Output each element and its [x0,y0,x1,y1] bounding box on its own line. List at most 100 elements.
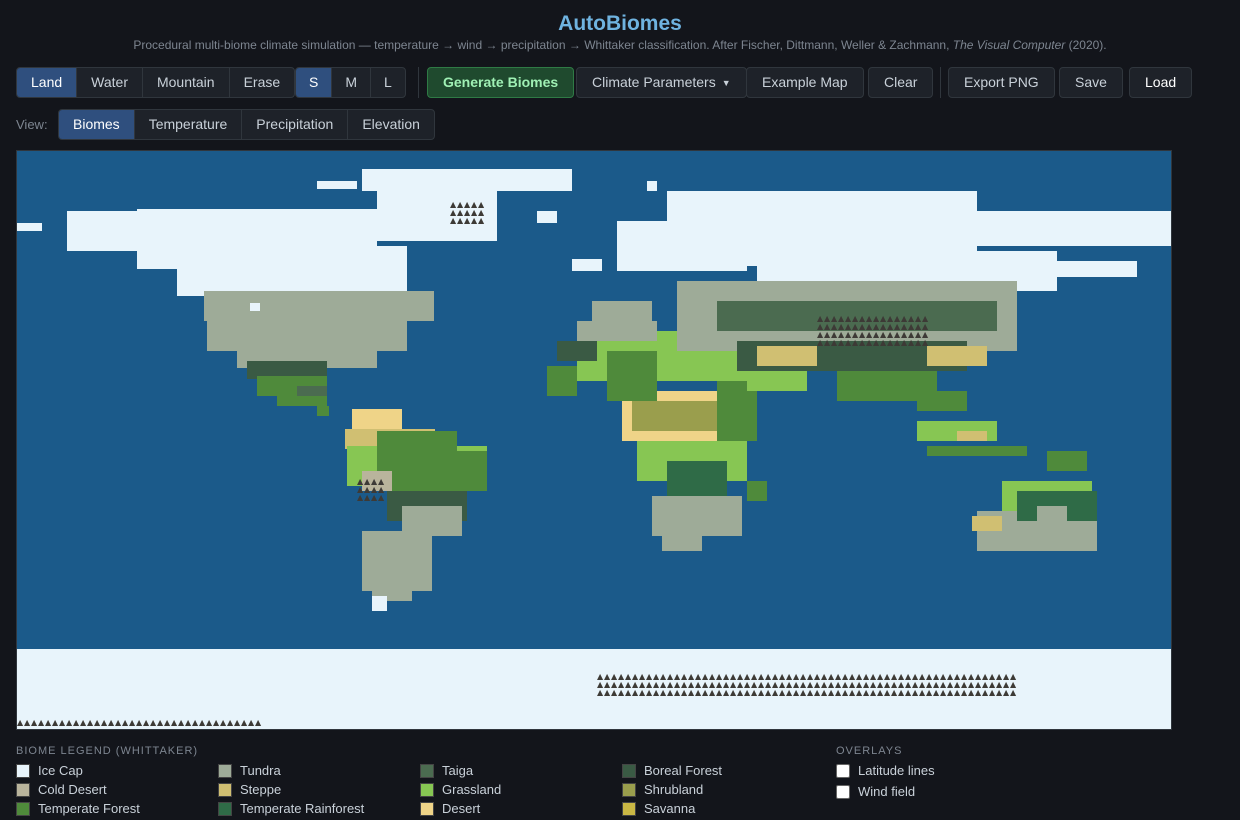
mountain-icon: ▲ [877,688,884,697]
biome-region [277,396,327,406]
paint-erase-button[interactable]: Erase [230,68,295,97]
toolbar-divider [418,67,419,98]
legend-item: Tundra [218,763,420,778]
view-biomes-tab[interactable]: Biomes [59,110,135,139]
biome-region [957,431,987,441]
legend-swatch [16,763,30,778]
brush-small-button[interactable]: S [296,68,333,97]
mountain-icon: ▲ [702,688,709,697]
legend-label: Tundra [240,763,281,778]
legend-label: Steppe [240,782,282,797]
paint-mountain-button[interactable]: Mountain [143,68,230,97]
subtitle-journal: The Visual Computer [952,38,1066,52]
biome-region [927,346,987,366]
legend-swatch [218,782,232,797]
view-temperature-tab[interactable]: Temperature [135,110,243,139]
mountain-icon: ▲ [31,718,38,727]
legend-item: Shrubland [622,782,824,797]
mountain-icon: ▲ [136,718,143,727]
mountain-icon: ▲ [66,718,73,727]
mountain-icon: ▲ [824,338,831,347]
mountain-icon: ▲ [108,718,115,727]
mountain-icon: ▲ [248,718,255,727]
mountain-icon: ▲ [478,216,485,225]
biome-region [537,211,557,223]
mountain-icon: ▲ [129,718,136,727]
mountain-icon: ▲ [863,688,870,697]
mountain-icon: ▲ [884,688,891,697]
export-png-button[interactable]: Export PNG [948,67,1055,98]
biome-region [1037,506,1067,526]
mountain-icon: ▲ [982,688,989,697]
mountain-icon: ▲ [695,688,702,697]
mountain-icon: ▲ [164,718,171,727]
legend-swatch [16,801,30,816]
mountain-icon: ▲ [632,688,639,697]
overlays-panel: OVERLAYS Latitude lines Wind field [836,745,935,805]
mountain-icon: ▲ [915,338,922,347]
mountain-icon: ▲ [880,338,887,347]
brush-large-button[interactable]: L [371,68,405,97]
legend-swatch [622,763,636,778]
biome-region [372,551,412,601]
legend-grid: Ice Cap Tundra Taiga Boreal Forest Cold Dese… [16,763,816,816]
mountain-icon: ▲ [364,493,371,502]
mountain-icon: ▲ [681,688,688,697]
mountain-icon: ▲ [45,718,52,727]
latitude-lines-label: Latitude lines [858,763,935,778]
mountain-icon: ▲ [905,688,912,697]
biome-region [977,211,1171,246]
wind-field-checkbox[interactable] [836,784,850,799]
mountain-icon: ▲ [357,493,364,502]
clear-button[interactable]: Clear [868,67,934,98]
legend-swatch [218,763,232,778]
biome-region [662,526,702,551]
mountain-icon: ▲ [866,338,873,347]
latitude-lines-checkbox[interactable] [836,763,850,778]
mountain-icon: ▲ [870,688,877,697]
legend-item: Steppe [218,782,420,797]
biome-region [362,169,572,191]
mountain-icon: ▲ [604,688,611,697]
mountain-icon: ▲ [933,688,940,697]
mountain-icon: ▲ [894,338,901,347]
paint-land-button[interactable]: Land [17,68,78,97]
legend-swatch [16,782,30,797]
biome-map-canvas[interactable]: ▲ ▲ ▲ ▲ ▲ ▲ ▲ ▲ ▲ ▲ ▲ ▲ ▲ ▲ ▲ ▲ ▲ ▲ ▲ ▲ ▲ ▲ ▲ ▲ ▲ ▲ ▲ ▲ ▲ ▲ ▲ ▲ ▲ ▲ ▲ ▲ ▲ ▲ ▲ ▲… [16,150,1172,730]
mountain-icon: ▲ [143,718,150,727]
view-elevation-tab[interactable]: Elevation [348,110,434,139]
mountain-icon: ▲ [122,718,129,727]
biome-region [592,301,652,321]
mountain-icon: ▲ [611,688,618,697]
subtitle-text: Procedural multi-biome climate simulatio… [133,38,953,52]
legend-item: Savanna [622,801,824,816]
mountain-icon: ▲ [709,688,716,697]
mountain-icon: ▲ [793,688,800,697]
climate-parameters-button[interactable]: Climate Parameters ▼ [576,67,747,98]
example-map-button[interactable]: Example Map [746,67,864,98]
legend-swatch [420,782,434,797]
paint-water-button[interactable]: Water [77,68,143,97]
load-button[interactable]: Load [1129,67,1193,98]
mountain-icon: ▲ [653,688,660,697]
view-precipitation-tab[interactable]: Precipitation [242,110,349,139]
mountain-icon: ▲ [171,718,178,727]
mountain-icon: ▲ [919,688,926,697]
save-button[interactable]: Save [1059,67,1123,98]
mountain-icon: ▲ [737,688,744,697]
mountain-icon: ▲ [457,216,464,225]
brush-medium-button[interactable]: M [332,68,372,97]
generate-biomes-button[interactable]: Generate Biomes [427,67,575,98]
latitude-lines-toggle[interactable]: Latitude lines [836,763,935,778]
mountain-icon: ▲ [947,688,954,697]
mountain-icon: ▲ [807,688,814,697]
legend-swatch [622,801,636,816]
biome-region [747,371,807,391]
mountain-icon: ▲ [115,718,122,727]
legend-label: Temperate Forest [38,801,140,816]
view-label: View: [16,117,48,132]
wind-field-toggle[interactable]: Wind field [836,784,935,799]
mountain-icon: ▲ [779,688,786,697]
biome-map[interactable]: ▲ ▲ ▲ ▲ ▲▲ ▲ ▲ ▲ ▲▲ ▲ ▲ ▲ ▲▲ ▲ ▲ ▲ ▲ ▲ ▲ ▲ ▲ ▲ ▲ ▲ ▲ ▲ ▲ ▲▲ ▲ ▲ ▲ ▲ ▲ ▲ ▲ ▲… [17,151,1171,729]
mountain-icon: ▲ [192,718,199,727]
